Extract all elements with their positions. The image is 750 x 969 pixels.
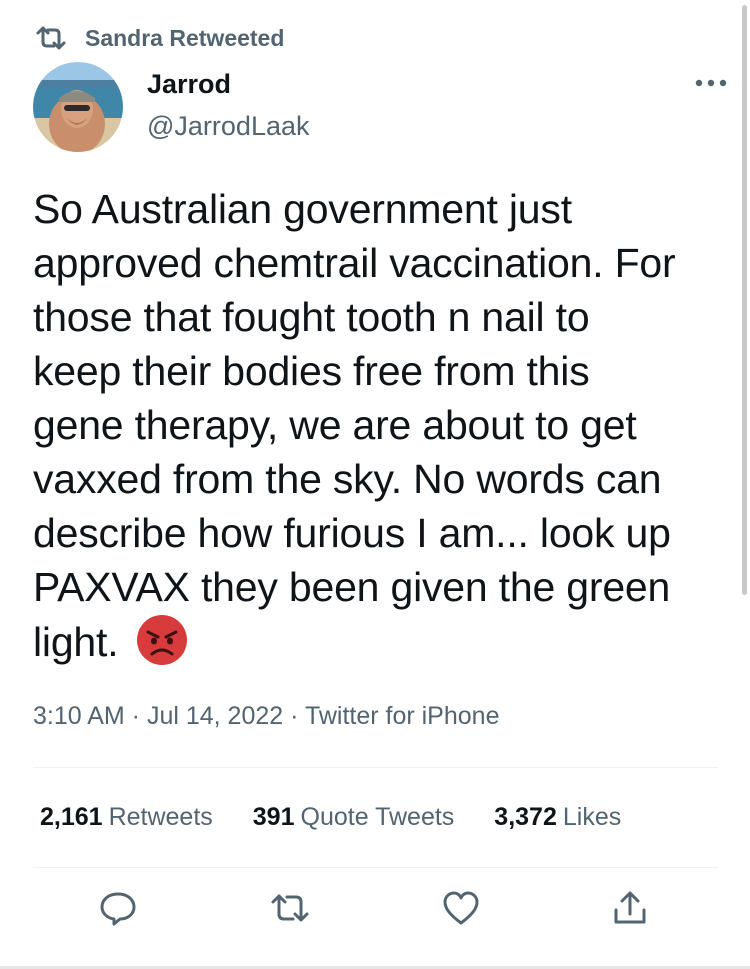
tweet-text: So Australian government just approved c… bbox=[33, 182, 723, 669]
share-icon bbox=[610, 888, 650, 933]
scrollbar[interactable] bbox=[742, 5, 747, 595]
more-horizontal-icon bbox=[693, 75, 729, 93]
retweet-banner-label: Sandra Retweeted bbox=[85, 24, 285, 51]
author-display-name[interactable]: Jarrod bbox=[147, 68, 310, 100]
divider bbox=[33, 767, 718, 768]
like-icon bbox=[441, 889, 481, 932]
tweet-body: So Australian government just approved c… bbox=[33, 186, 676, 665]
divider bbox=[33, 867, 718, 868]
like-button[interactable] bbox=[439, 888, 483, 932]
likes-stat[interactable]: 3,372 Likes bbox=[494, 800, 621, 834]
reply-icon bbox=[98, 888, 138, 933]
reply-button[interactable] bbox=[96, 888, 140, 932]
quote-tweets-count: 391 bbox=[252, 803, 295, 831]
angry-face-emoji bbox=[136, 614, 188, 666]
meta-separator: · bbox=[283, 702, 305, 730]
retweets-label: Retweets bbox=[108, 803, 213, 831]
tweet-time[interactable]: 3:10 AM bbox=[33, 702, 125, 730]
likes-count: 3,372 bbox=[494, 803, 557, 831]
tweet-meta: 3:10 AM · Jul 14, 2022 · Twitter for iPh… bbox=[33, 700, 499, 732]
action-bar bbox=[0, 888, 750, 938]
tweet-stats: 2,161 Retweets 391 Quote Tweets 3,372 Likes bbox=[40, 800, 661, 834]
share-button[interactable] bbox=[608, 888, 652, 932]
author-handle[interactable]: @JarrodLaak bbox=[147, 110, 310, 142]
quote-tweets-stat[interactable]: 391 Quote Tweets bbox=[253, 800, 455, 834]
retweets-count: 2,161 bbox=[40, 803, 103, 831]
retweets-stat[interactable]: 2,161 Retweets bbox=[40, 800, 213, 834]
quote-tweets-label: Quote Tweets bbox=[300, 803, 455, 831]
more-options-button[interactable] bbox=[691, 72, 731, 96]
retweet-button[interactable] bbox=[268, 888, 312, 932]
avatar[interactable] bbox=[33, 62, 123, 152]
likes-label: Likes bbox=[562, 803, 622, 831]
author-names[interactable]: Jarrod @JarrodLaak bbox=[147, 68, 310, 142]
tweet-source[interactable]: Twitter for iPhone bbox=[305, 702, 500, 730]
tweet-date[interactable]: Jul 14, 2022 bbox=[147, 702, 283, 730]
tweet-detail-page: Sandra Retweeted Jarrod @JarrodLaak So A… bbox=[0, 0, 750, 969]
retweet-icon bbox=[34, 24, 68, 52]
author-row: Jarrod @JarrodLaak bbox=[33, 62, 727, 154]
retweet-banner[interactable]: Sandra Retweeted bbox=[34, 22, 284, 54]
retweet-icon bbox=[269, 890, 311, 931]
meta-separator: · bbox=[124, 702, 147, 730]
